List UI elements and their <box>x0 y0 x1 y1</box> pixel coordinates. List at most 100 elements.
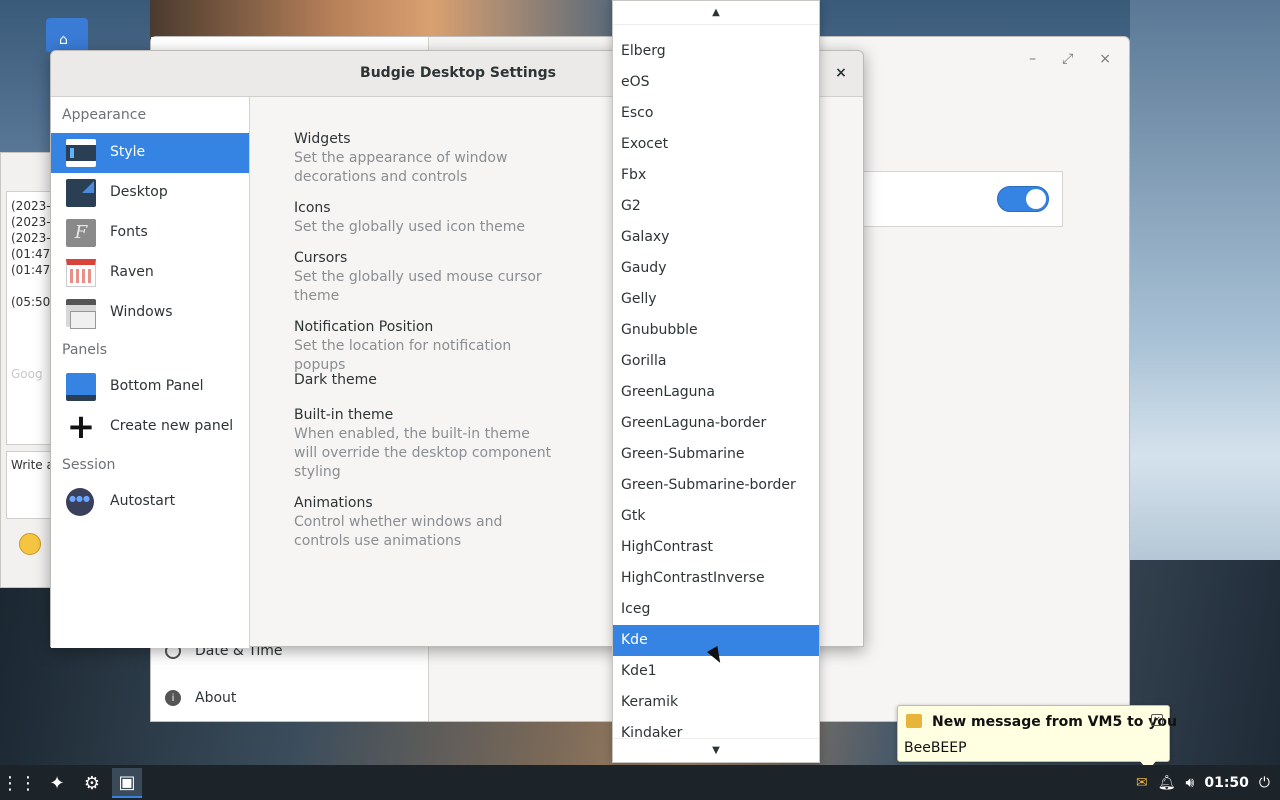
sidebar-item-desktop[interactable]: Desktop <box>51 173 249 213</box>
dropdown-option[interactable]: Gorilla <box>613 346 819 377</box>
setting-title: Dark theme <box>294 372 377 388</box>
sidebar-item-label: Style <box>110 144 146 160</box>
sidebar-item-fonts[interactable]: F Fonts <box>51 213 249 253</box>
dropdown-option[interactable]: Exocet <box>613 129 819 160</box>
theme-options: Elberg eOS Esco Exocet Fbx G2 Galaxy Gau… <box>613 36 819 749</box>
plus-icon: + <box>66 407 96 447</box>
sidebar-item-label: Desktop <box>110 184 168 200</box>
panel-icon <box>66 373 96 401</box>
notification-body: BeeBEEP <box>904 740 967 756</box>
dropdown-option[interactable]: Iceg <box>613 594 819 625</box>
dropdown-option[interactable]: Keramik <box>613 687 819 718</box>
sidebar-item-label: Autostart <box>110 493 176 509</box>
wallpaper <box>150 0 620 40</box>
volume-icon[interactable]: 🔊︎ <box>1186 775 1195 791</box>
windows-icon <box>66 299 96 329</box>
scroll-up-arrow-icon[interactable]: ▲ <box>613 1 819 25</box>
setting-description: When enabled, the built-in theme will ov… <box>294 426 552 480</box>
dropdown-option[interactable]: GreenLaguna <box>613 377 819 408</box>
home-folder-icon[interactable]: ⌂ <box>46 18 88 52</box>
dropdown-option[interactable]: G2 <box>613 191 819 222</box>
settings-gear-icon[interactable]: ⚙ <box>77 768 107 798</box>
budgie-settings-icon[interactable]: ▣ <box>112 768 142 798</box>
sidebar-item-raven[interactable]: Raven <box>51 253 249 293</box>
close-button[interactable]: × <box>1099 51 1111 67</box>
dropdown-option[interactable]: HighContrastInverse <box>613 563 819 594</box>
dropdown-option[interactable]: GreenLaguna-border <box>613 408 819 439</box>
sidebar-item-windows[interactable]: Windows <box>51 293 249 333</box>
notification-bubble[interactable]: New message from VM5 to you × BeeBEEP <box>897 705 1177 771</box>
sidebar-item-create-panel[interactable]: + Create new panel <box>51 407 249 447</box>
apps-grid-icon[interactable]: ⋮⋮ <box>1 768 37 798</box>
fonts-icon: F <box>66 219 96 247</box>
power-icon[interactable]: ⏻ <box>1259 775 1270 791</box>
minimize-button[interactable]: – <box>1029 51 1036 67</box>
dropdown-option[interactable]: Gnububble <box>613 315 819 346</box>
mail-icon[interactable]: ✉ <box>1136 775 1148 791</box>
sidebar-item-bottom-panel[interactable]: Bottom Panel <box>51 367 249 407</box>
sidebar-item-label: Windows <box>110 304 173 320</box>
setting-dark-theme: Dark theme <box>294 371 554 390</box>
window-controls: – ⤢ × <box>1029 51 1111 67</box>
setting-description: Set the appearance of window decorations… <box>294 150 508 185</box>
notification-close-button[interactable]: × <box>1151 714 1163 726</box>
dropdown-option[interactable]: Elberg <box>613 36 819 67</box>
dropdown-option[interactable]: Green-Submarine <box>613 439 819 470</box>
section-title-panels: Panels <box>62 342 108 358</box>
sidebar-item-style[interactable]: Style <box>51 133 249 173</box>
setting-description: Set the location for notification popups <box>294 338 512 373</box>
section-title-appearance: Appearance <box>62 107 147 123</box>
setting-icons: Icons Set the globally used icon theme <box>294 199 554 237</box>
system-tray: ✉ 🔔︎ 🔊︎ 01:50 ⏻ <box>1136 765 1280 800</box>
dropdown-option[interactable]: Green-Submarine-border <box>613 470 819 501</box>
bg-sidebar-label: About <box>195 690 237 706</box>
sidebar-item-autostart[interactable]: Autostart <box>51 482 249 522</box>
bell-icon[interactable]: 🔔︎ <box>1158 775 1176 791</box>
setting-widgets: Widgets Set the appearance of window dec… <box>294 130 554 187</box>
settings-sidebar: Appearance Style Desktop F Fonts Raven W… <box>51 97 250 648</box>
maximize-button[interactable]: ⤢ <box>1062 51 1073 67</box>
toggle-knob <box>1026 189 1046 209</box>
setting-title: Built-in theme <box>294 407 394 423</box>
bg-sidebar-item-about[interactable]: i About <box>165 690 236 706</box>
dropdown-option[interactable]: Galaxy <box>613 222 819 253</box>
setting-title: Cursors <box>294 250 348 266</box>
bottom-panel: ⋮⋮ ✦ ⚙ ▣ ✉ 🔔︎ 🔊︎ 01:50 ⏻ <box>0 765 1280 800</box>
setting-title: Icons <box>294 200 331 216</box>
setting-description: Control whether windows and controls use… <box>294 514 503 549</box>
dropdown-option[interactable]: Esco <box>613 98 819 129</box>
desktop-icon <box>66 179 96 207</box>
close-button[interactable]: × <box>831 63 851 83</box>
emoji-icon[interactable] <box>19 533 41 555</box>
sidebar-item-label: Create new panel <box>110 418 234 434</box>
setting-description: Set the globally used icon theme <box>294 219 526 235</box>
envelope-icon <box>906 714 922 728</box>
setting-cursors: Cursors Set the globally used mouse curs… <box>294 249 554 306</box>
autostart-icon <box>66 488 94 516</box>
notification-title: New message from VM5 to you <box>932 714 1177 730</box>
setting-description: Set the globally used mouse cursor theme <box>294 269 542 304</box>
dropdown-option[interactable]: HighContrast <box>613 532 819 563</box>
toggle-switch[interactable] <box>997 186 1049 212</box>
dropdown-option[interactable]: Gaudy <box>613 253 819 284</box>
sidebar-item-label: Fonts <box>110 224 148 240</box>
sidebar-item-label: Bottom Panel <box>110 378 204 394</box>
dropdown-option[interactable]: Fbx <box>613 160 819 191</box>
scroll-down-arrow-icon[interactable]: ▼ <box>613 738 819 762</box>
section-title-session: Session <box>62 457 116 473</box>
dropdown-option[interactable]: Gelly <box>613 284 819 315</box>
dropdown-option[interactable]: eOS <box>613 67 819 98</box>
style-icon <box>66 139 96 167</box>
setting-notification-position: Notification Position Set the location f… <box>294 318 554 375</box>
setting-animations: Animations Control whether windows and c… <box>294 494 554 551</box>
dropdown-option[interactable]: Gtk <box>613 501 819 532</box>
setting-builtin-theme: Built-in theme When enabled, the built-i… <box>294 406 554 482</box>
clock[interactable]: 01:50 <box>1204 775 1249 791</box>
sidebar-item-label: Raven <box>110 264 154 280</box>
setting-title: Notification Position <box>294 319 434 335</box>
calendar-icon <box>66 259 96 287</box>
bg-setting-row <box>863 171 1063 227</box>
beebeep-icon[interactable]: ✦ <box>42 768 72 798</box>
info-icon: i <box>165 690 181 706</box>
setting-title: Widgets <box>294 131 351 147</box>
